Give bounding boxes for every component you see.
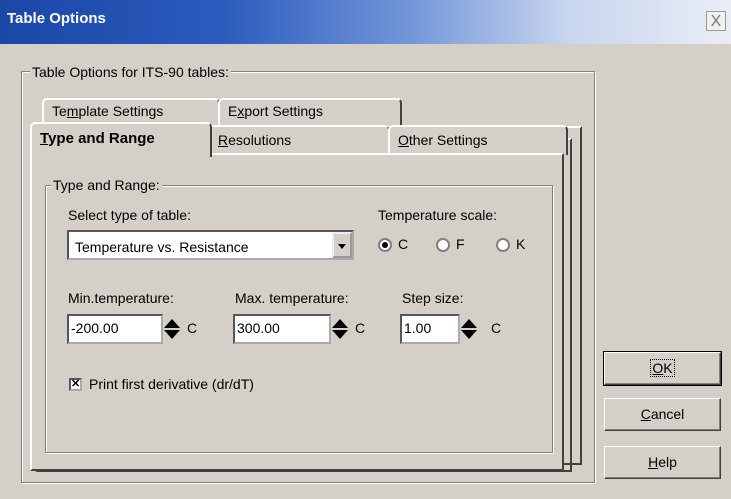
- step-size-spinner-icon[interactable]: [460, 315, 478, 343]
- table-type-select-value: Temperature vs. Resistance: [75, 239, 249, 255]
- select-type-label: Select type of table:: [68, 207, 191, 223]
- temperature-scale-label: Temperature scale:: [378, 207, 498, 223]
- scale-radio-c[interactable]: C: [378, 236, 428, 254]
- print-derivative-checkbox[interactable]: ✕ Print first derivative (dr/dT): [69, 376, 309, 394]
- max-temperature-value: 300.00: [237, 320, 280, 336]
- checkbox-box: ✕: [69, 378, 82, 391]
- min-temperature-input[interactable]: -200.00: [67, 314, 163, 344]
- tab-resolutions-label-post: esolutions: [228, 132, 292, 148]
- check-icon: ✕: [71, 378, 81, 390]
- title-bar: Table Options X: [0, 0, 731, 44]
- type-and-range-group-label: Type and Range:: [51, 177, 162, 193]
- table-type-select[interactable]: Temperature vs. Resistance: [67, 230, 354, 260]
- step-size-input[interactable]: 1.00: [400, 314, 460, 344]
- tab-resolutions[interactable]: Resolutions: [208, 125, 390, 155]
- tab-type-and-range[interactable]: Type and Range: [30, 122, 212, 157]
- close-button[interactable]: X: [706, 11, 726, 31]
- max-temperature-unit: C: [355, 320, 366, 336]
- tab-template-label-key: m: [66, 103, 79, 119]
- scale-radio-f[interactable]: F: [436, 236, 486, 254]
- tab-other-label-key: O: [398, 132, 409, 148]
- ok-button-label-post: K: [663, 360, 673, 376]
- tab-export-label-pre: E: [228, 103, 238, 119]
- tab-other-label-post: ther Settings: [408, 132, 488, 148]
- ok-button-label-key: O: [652, 360, 664, 376]
- max-temperature-input[interactable]: 300.00: [233, 314, 331, 344]
- tab-other-settings[interactable]: Other Settings: [388, 125, 568, 155]
- min-temperature-unit: C: [187, 320, 198, 336]
- cancel-button-label-post: ancel: [650, 406, 685, 422]
- radio-k-label: K: [516, 236, 526, 252]
- help-button-label-key: H: [648, 454, 659, 470]
- print-derivative-label: Print first derivative (dr/dT): [89, 376, 254, 392]
- radio-c-label: C: [398, 236, 409, 252]
- radio-c-circle: [378, 238, 392, 252]
- tab-resolutions-label-key: R: [218, 132, 229, 148]
- step-size-label: Step size:: [402, 290, 464, 306]
- tab-template-label-post: plate Settings: [78, 103, 164, 119]
- window-title: Table Options: [7, 10, 106, 27]
- help-button-label-post: elp: [658, 454, 677, 470]
- chevron-down-icon: [338, 244, 346, 249]
- dropdown-button[interactable]: [332, 232, 352, 258]
- tab-template-label-pre: Te: [52, 103, 67, 119]
- radio-k-circle: [496, 238, 510, 252]
- max-temperature-label: Max. temperature:: [235, 290, 349, 306]
- radio-f-label: F: [456, 236, 465, 252]
- step-size-unit: C: [491, 320, 502, 336]
- cancel-button[interactable]: Cancel: [604, 398, 721, 431]
- min-temperature-spinner-icon[interactable]: [163, 315, 181, 343]
- min-temperature-label: Min.temperature:: [68, 290, 174, 306]
- close-icon: X: [710, 13, 722, 30]
- ok-button[interactable]: OK: [603, 351, 722, 386]
- scale-radio-k[interactable]: K: [496, 236, 546, 254]
- max-temperature-spinner-icon[interactable]: [331, 315, 349, 343]
- table-options-group-label: Table Options for ITS-90 tables:: [30, 64, 231, 80]
- radio-f-circle: [436, 238, 450, 252]
- cancel-button-label-key: C: [640, 406, 651, 422]
- tab-type-label-post: ype and Range: [48, 130, 155, 147]
- step-size-value: 1.00: [404, 320, 432, 336]
- ok-button-label: OK: [650, 359, 675, 377]
- tab-export-settings[interactable]: Export Settings: [218, 98, 402, 126]
- help-button[interactable]: Help: [604, 446, 721, 479]
- min-temperature-value: -200.00: [71, 320, 119, 336]
- tab-export-label-post: port Settings: [244, 103, 323, 119]
- tab-type-label-key: T: [40, 130, 49, 147]
